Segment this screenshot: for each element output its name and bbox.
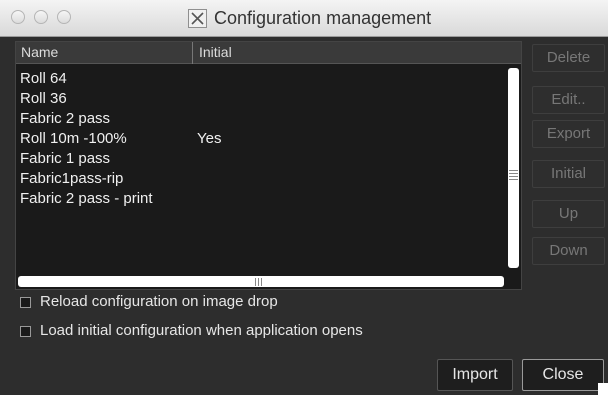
row-name: Roll 10m -100%: [20, 130, 127, 147]
close-button[interactable]: Close: [522, 359, 604, 391]
initial-button[interactable]: Initial: [532, 160, 605, 188]
table-header: Name Initial: [16, 42, 521, 64]
minimize-window-icon[interactable]: [34, 10, 48, 24]
horizontal-grip-icon: [255, 278, 264, 286]
table-row[interactable]: Fabric 1 pass: [16, 150, 506, 170]
table-row[interactable]: Fabric1pass-rip: [16, 170, 506, 190]
row-name: Fabric 2 pass - print: [20, 190, 153, 207]
up-button[interactable]: Up: [532, 200, 605, 228]
row-name: Roll 36: [20, 90, 67, 107]
table-row[interactable]: Roll 36: [16, 90, 506, 110]
table-row[interactable]: Fabric 2 pass: [16, 110, 506, 130]
column-header-name[interactable]: Name: [21, 44, 58, 60]
row-name: Roll 64: [20, 70, 67, 87]
import-button[interactable]: Import: [437, 359, 513, 391]
row-name: Fabric1pass-rip: [20, 170, 124, 187]
vertical-scroll-thumb[interactable]: [508, 68, 519, 268]
load-initial-label: Load initial configuration when applicat…: [40, 322, 363, 339]
load-initial-checkbox[interactable]: [20, 326, 31, 337]
down-button[interactable]: Down: [532, 237, 605, 265]
row-initial: Yes: [197, 130, 222, 147]
app-x-icon: [188, 9, 207, 28]
table-rows: Roll 64 Roll 36 Fabric 2 pass Roll 10m -…: [16, 70, 506, 210]
configuration-table: Name Initial Roll 64 Roll 36 Fabric 2 pa…: [15, 41, 522, 290]
table-row[interactable]: Roll 10m -100% Yes: [16, 130, 506, 150]
reload-on-drop-checkbox[interactable]: [20, 297, 31, 308]
zoom-window-icon[interactable]: [57, 10, 71, 24]
export-button[interactable]: Export: [532, 120, 605, 148]
reload-on-drop-label: Reload configuration on image drop: [40, 293, 278, 310]
vertical-scrollbar[interactable]: [506, 64, 521, 272]
close-window-icon[interactable]: [11, 10, 25, 24]
column-divider[interactable]: [192, 42, 193, 64]
resize-handle[interactable]: [598, 383, 608, 395]
column-header-initial[interactable]: Initial: [199, 44, 232, 60]
row-name: Fabric 2 pass: [20, 110, 111, 127]
vertical-grip-icon: [509, 170, 518, 180]
row-name: Fabric 1 pass: [20, 150, 111, 167]
table-row[interactable]: Roll 64: [16, 70, 506, 90]
edit-button[interactable]: Edit..: [532, 86, 605, 114]
dialog-body: Name Initial Roll 64 Roll 36 Fabric 2 pa…: [0, 37, 608, 395]
table-row[interactable]: Fabric 2 pass - print: [16, 190, 506, 210]
title-bar: Configuration management: [0, 0, 608, 37]
delete-button[interactable]: Delete: [532, 44, 605, 72]
window-title: Configuration management: [214, 8, 432, 28]
